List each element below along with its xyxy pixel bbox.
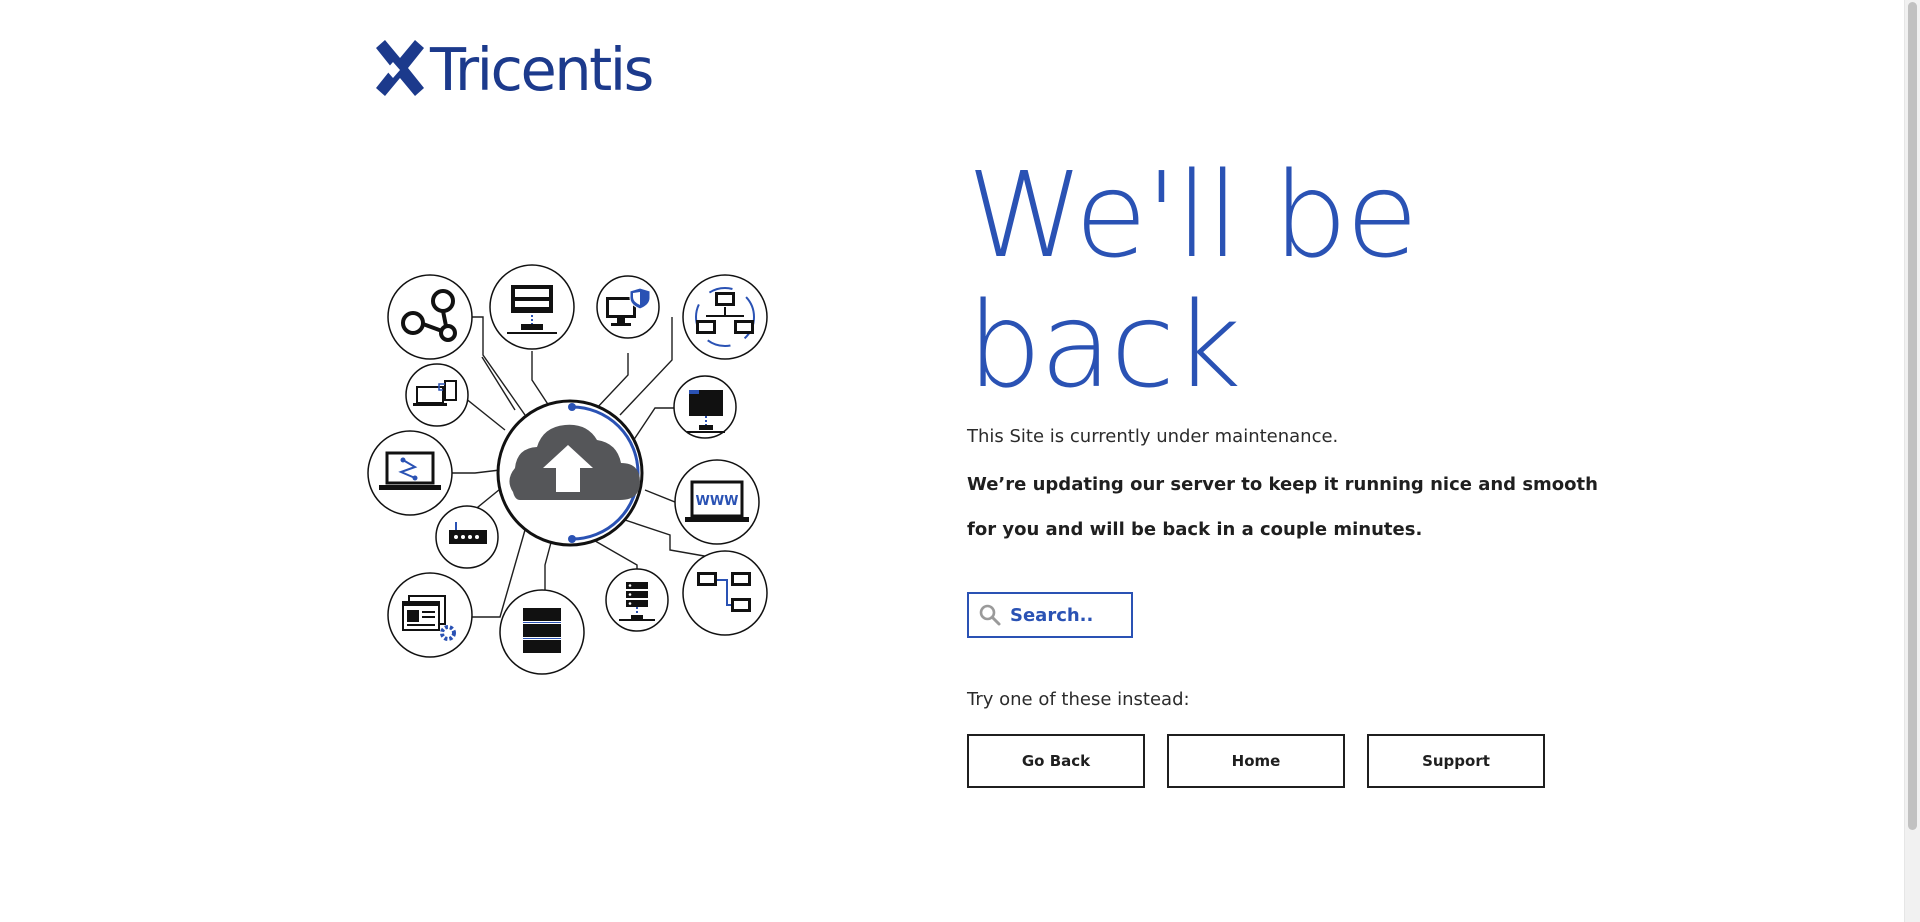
maintenance-detail-line-2: for you and will be back in a couple min…	[967, 519, 1423, 540]
desktop-network-icon	[489, 264, 575, 350]
alternatives-prompt: Try one of these instead:	[967, 689, 1190, 710]
alternatives-buttons: Go Back Home Support	[967, 734, 1607, 788]
server-stack-icon	[499, 589, 585, 675]
router-icon	[435, 505, 499, 569]
svg-text:WWW: WWW	[695, 494, 738, 509]
www-laptop-icon: WWW	[674, 459, 760, 545]
search-box[interactable]	[967, 592, 1133, 638]
network-illustration: WWW	[367, 264, 768, 675]
headline-line-2: back	[967, 276, 1241, 414]
scrollbar-thumb[interactable]	[1908, 2, 1917, 830]
browser-windows-gear-icon	[387, 572, 473, 658]
maintenance-content: We'll be back This Site is currently und…	[967, 150, 1607, 788]
share-icon	[387, 274, 473, 360]
maintenance-status-text: This Site is currently under maintenance…	[967, 426, 1339, 447]
home-button[interactable]: Home	[1167, 734, 1345, 788]
headline: We'll be back	[967, 150, 1607, 410]
tricentis-x-icon	[376, 40, 424, 96]
laptop-graph-icon	[367, 430, 453, 516]
monitor-network-icon	[673, 375, 737, 439]
go-back-button[interactable]: Go Back	[967, 734, 1145, 788]
tricentis-logo[interactable]: Tricentis	[376, 35, 654, 104]
support-button[interactable]: Support	[1367, 734, 1545, 788]
laptop-mobile-icon	[405, 363, 469, 427]
search-icon[interactable]	[978, 603, 1002, 627]
brand-name: Tricentis	[430, 35, 654, 104]
network-sync-icon	[682, 274, 768, 360]
secure-monitor-icon	[596, 275, 660, 339]
headline-line-1: We'll be	[967, 146, 1418, 284]
search-input[interactable]	[1010, 604, 1125, 626]
cloud-upload-icon	[496, 399, 644, 547]
network-computers-icon	[682, 550, 768, 636]
maintenance-detail-line-1: We’re updating our server to keep it run…	[967, 474, 1598, 495]
vertical-scrollbar[interactable]	[1904, 0, 1920, 922]
maintenance-page: Tricentis WWW We'll be back This Site is…	[0, 0, 1905, 922]
server-network-icon	[605, 568, 669, 632]
